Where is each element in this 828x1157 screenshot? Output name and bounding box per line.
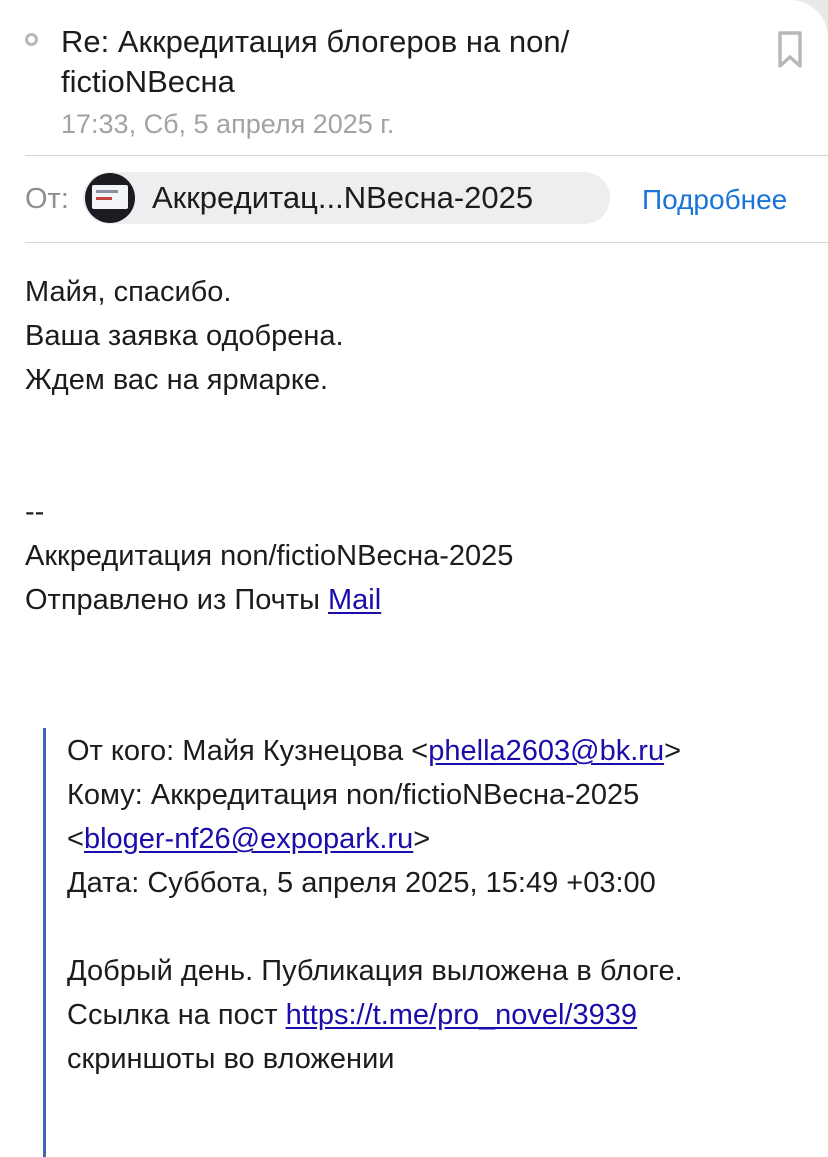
quoted-greeting: Добрый день. Публикация выложена в блоге… bbox=[67, 955, 683, 987]
quoted-from-email-link[interactable]: phella2603@bk.ru bbox=[428, 735, 664, 767]
body-line: Ждем вас на ярмарке. bbox=[25, 364, 329, 396]
message-sheet: Re: Аккредитация блогеров на non/ fictio… bbox=[0, 0, 828, 1157]
mail-link[interactable]: Mail bbox=[328, 584, 381, 616]
quoted-to-prefix: < bbox=[67, 823, 84, 855]
body-line: Майя, спасибо. bbox=[25, 276, 232, 308]
quoted-to-line: Кому: Аккредитация non/fictioNВесна-2025 bbox=[67, 779, 640, 811]
signature-separator: -- bbox=[25, 496, 45, 528]
sender-name: Аккредитац...NВесна-2025 bbox=[152, 180, 534, 215]
avatar-image bbox=[92, 185, 128, 209]
quoted-date-line: Дата: Суббота, 5 апреля 2025, 15:49 +03:… bbox=[67, 867, 656, 899]
header-divider bbox=[25, 155, 828, 156]
message-date: 17:33, Сб, 5 апреля 2025 г. bbox=[61, 109, 395, 139]
quoted-to-suffix: > bbox=[413, 823, 431, 855]
from-label: От: bbox=[25, 183, 69, 215]
quoted-from-prefix: От кого: Майя Кузнецова < bbox=[67, 735, 429, 767]
details-link[interactable]: Подробнее bbox=[642, 183, 787, 217]
signature-sent-prefix: Отправлено из Почты bbox=[25, 584, 328, 616]
from-divider bbox=[25, 242, 828, 243]
quoted-post-prefix: Ссылка на пост bbox=[67, 999, 286, 1031]
sender-chip[interactable]: Аккредитац...NВесна-2025 bbox=[83, 172, 610, 224]
quoted-from-line: От кого: Майя Кузнецова <phella2603@bk.r… bbox=[67, 729, 681, 773]
post-link[interactable]: https://t.me/pro_novel/3939 bbox=[286, 999, 637, 1031]
signature-sent-from: Отправлено из Почты Mail bbox=[25, 578, 381, 622]
quoted-attachments-note: скриншоты во вложении bbox=[67, 1043, 395, 1075]
signature-name: Аккредитация non/fictioNВесна-2025 bbox=[25, 540, 514, 572]
sender-avatar bbox=[85, 173, 135, 223]
quoted-to-email-link[interactable]: bloger-nf26@expopark.ru bbox=[84, 823, 413, 855]
quoted-from-suffix: > bbox=[664, 735, 682, 767]
body-line: Ваша заявка одобрена. bbox=[25, 320, 344, 352]
bookmark-icon[interactable] bbox=[776, 30, 804, 70]
unread-dot-icon[interactable] bbox=[25, 33, 38, 46]
quote-bar bbox=[43, 728, 46, 1157]
quoted-post-line: Ссылка на пост https://t.me/pro_novel/39… bbox=[67, 993, 637, 1037]
message-subject: Re: Аккредитация блогеров на non/ fictio… bbox=[61, 24, 570, 99]
quoted-to-email-line: <bloger-nf26@expopark.ru> bbox=[67, 817, 430, 861]
